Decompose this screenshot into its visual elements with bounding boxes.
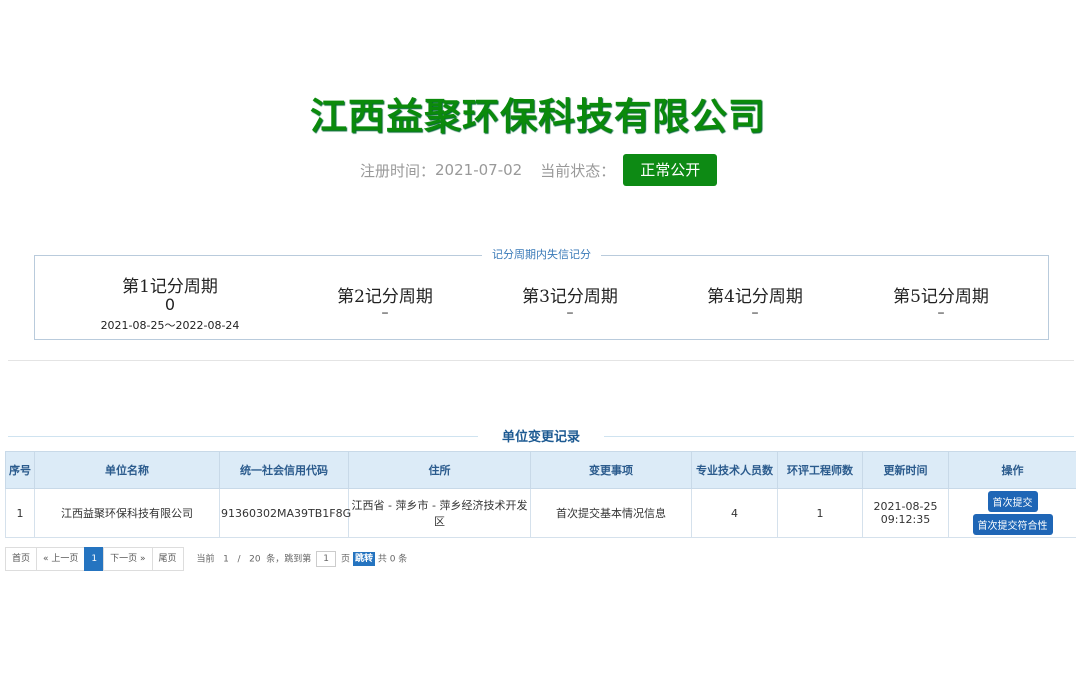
- period-value: –: [937, 305, 945, 321]
- period-title: 第3记分周期: [522, 287, 618, 307]
- table-row: 1 江西益聚环保科技有限公司 91360302MA39TB1F8G 江西省 - …: [5, 488, 1076, 538]
- period-range: 2021-08-25～2022-08-24: [100, 319, 240, 332]
- records-section-title: 单位变更记录: [8, 426, 1074, 446]
- score-period-box: 记分周期内失信记分 第1记分周期 0 2021-08-25～2022-08-24…: [34, 248, 1049, 340]
- col-header: 专业技术人员数: [691, 451, 778, 489]
- next-page-link[interactable]: 下一页 »: [103, 547, 153, 571]
- pager-info: 当前 1 / 20 条，跳到第 1 页 跳转 共 0 条: [197, 551, 408, 567]
- divider: [8, 360, 1074, 361]
- period-4: 第4记分周期 –: [670, 282, 840, 321]
- jump-page-input[interactable]: 1: [316, 551, 337, 567]
- pagination: 首页 « 上一页 1 下一页 » 尾页 当前 1 / 20 条，跳到第 1 页 …: [5, 547, 408, 571]
- period-value: –: [566, 305, 574, 321]
- period-title: 第1记分周期: [122, 277, 218, 297]
- cell-name: 江西益聚环保科技有限公司: [34, 488, 220, 538]
- status-badge: 正常公开: [623, 154, 718, 186]
- cell-engineers: 1: [777, 488, 863, 538]
- table-header-row: 序号 单位名称 统一社会信用代码 住所 变更事项 专业技术人员数 环评工程师数 …: [5, 451, 1076, 489]
- company-meta: 注册时间： 2021-07-02 当前状态： 正常公开: [360, 154, 718, 186]
- prev-page-link[interactable]: « 上一页: [36, 547, 86, 571]
- period-value: –: [381, 305, 389, 321]
- cell-tech-staff: 4: [691, 488, 778, 538]
- change-records-table: 序号 单位名称 统一社会信用代码 住所 变更事项 专业技术人员数 环评工程师数 …: [5, 451, 1076, 538]
- col-header: 单位名称: [34, 451, 220, 489]
- col-header: 环评工程师数: [777, 451, 863, 489]
- period-2: 第2记分周期 –: [300, 282, 470, 321]
- score-legend: 记分周期内失信记分: [35, 247, 1048, 263]
- status-label: 当前状态：: [540, 161, 616, 180]
- period-5: 第5记分周期 –: [856, 282, 1026, 321]
- cell-address: 江西省 - 萍乡市 - 萍乡经济技术开发区: [348, 488, 531, 538]
- col-header: 统一社会信用代码: [219, 451, 349, 489]
- col-header: 变更事项: [530, 451, 692, 489]
- jump-button[interactable]: 跳转: [352, 552, 375, 566]
- col-header: 更新时间: [862, 451, 949, 489]
- last-page-link[interactable]: 尾页: [151, 547, 184, 571]
- cell-actions: 首次提交 首次提交符合性: [948, 488, 1076, 538]
- cell-updated: 2021-08-25 09:12:35: [862, 488, 949, 538]
- cell-index: 1: [5, 488, 35, 538]
- updated-time: 09:12:35: [880, 513, 931, 526]
- reg-date: 2021-07-02: [435, 161, 523, 179]
- company-name: 江西益聚环保科技有限公司: [310, 95, 766, 138]
- cell-credit-code: 91360302MA39TB1F8G: [219, 488, 351, 538]
- period-value: 0: [164, 295, 176, 314]
- col-header: 住所: [348, 451, 531, 489]
- first-page-link[interactable]: 首页: [5, 547, 38, 571]
- cell-change: 首次提交基本情况信息: [530, 488, 692, 538]
- updated-date: 2021-08-25: [873, 500, 938, 513]
- reg-label: 注册时间：: [360, 161, 436, 180]
- period-title: 第4记分周期: [707, 287, 803, 307]
- first-submit-compliance-button[interactable]: 首次提交符合性: [972, 514, 1053, 535]
- col-header: 操作: [948, 451, 1076, 489]
- period-3: 第3记分周期 –: [485, 282, 655, 321]
- period-title: 第2记分周期: [337, 287, 433, 307]
- period-title: 第5记分周期: [893, 287, 989, 307]
- page-1-link[interactable]: 1: [84, 547, 105, 571]
- period-1: 第1记分周期 0 2021-08-25～2022-08-24: [85, 272, 255, 333]
- first-submit-button[interactable]: 首次提交: [987, 491, 1038, 512]
- total-count: 共 0 条: [377, 554, 408, 565]
- col-header: 序号: [5, 451, 35, 489]
- period-value: –: [751, 305, 759, 321]
